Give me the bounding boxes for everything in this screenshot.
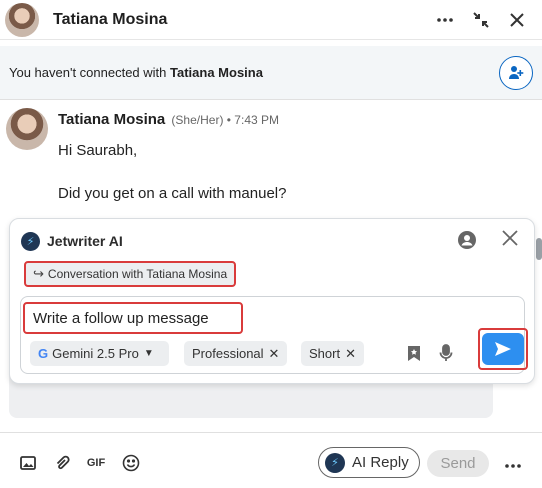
add-connection-button[interactable] bbox=[499, 56, 533, 90]
account-icon[interactable] bbox=[458, 231, 476, 254]
send-ai-button-highlight bbox=[478, 328, 528, 370]
contact-avatar[interactable] bbox=[5, 2, 39, 37]
scrollbar[interactable] bbox=[536, 238, 542, 260]
sender-name[interactable]: Tatiana Mosina bbox=[58, 111, 165, 128]
context-label: Conversation with Tatiana Mosina bbox=[47, 267, 228, 281]
google-icon: G bbox=[38, 346, 49, 361]
ai-reply-button[interactable]: ⚡ AI Reply bbox=[318, 447, 420, 478]
chat-footer: GIF ⚡ AI Reply Send bbox=[0, 432, 542, 488]
message-line: Did you get on a call with manuel? bbox=[58, 185, 287, 202]
remove-icon[interactable]: ✕ bbox=[345, 346, 356, 362]
model-select[interactable]: G Gemini 2.5 Pro ▼ bbox=[30, 341, 169, 366]
bookmark-icon[interactable] bbox=[404, 343, 424, 363]
microphone-icon[interactable] bbox=[436, 343, 456, 363]
conversation-context-chip[interactable]: ↪ Conversation with Tatiana Mosina bbox=[24, 261, 237, 287]
gif-icon[interactable]: GIF bbox=[86, 453, 106, 473]
jetwriter-title: Jetwriter AI bbox=[47, 233, 123, 249]
jetwriter-logo-icon: ⚡ bbox=[21, 232, 40, 251]
send-button[interactable]: Send bbox=[427, 450, 489, 477]
header-actions bbox=[434, 9, 542, 31]
close-icon[interactable] bbox=[502, 230, 518, 250]
jetwriter-panel: ⚡ Jetwriter AI ↪ Conversation with Tatia… bbox=[9, 218, 535, 384]
connection-text-name: Tatiana Mosina bbox=[170, 65, 263, 80]
close-icon[interactable] bbox=[506, 9, 528, 31]
ellipsis-icon[interactable] bbox=[434, 9, 456, 31]
ai-reply-label: AI Reply bbox=[352, 454, 409, 471]
tone-label: Professional bbox=[192, 346, 264, 361]
connection-text: You haven't connected with Tatiana Mosin… bbox=[9, 65, 263, 80]
collapse-icon[interactable] bbox=[470, 9, 492, 31]
reply-arrow-icon: ↪ bbox=[33, 266, 44, 281]
prompt-input[interactable]: Write a follow up message bbox=[23, 302, 243, 334]
length-label: Short bbox=[309, 346, 341, 361]
more-options-icon[interactable] bbox=[505, 452, 521, 473]
jetwriter-logo-icon: ⚡ bbox=[325, 452, 345, 473]
image-icon[interactable] bbox=[18, 453, 38, 473]
message-meta: (She/Her) • 7:43 PM bbox=[171, 113, 279, 127]
emoji-icon[interactable] bbox=[121, 453, 141, 473]
chat-header: Tatiana Mosina bbox=[0, 0, 542, 40]
length-chip[interactable]: Short ✕ bbox=[301, 341, 364, 366]
connection-text-prefix: You haven't connected with bbox=[9, 65, 171, 80]
send-icon bbox=[495, 342, 511, 356]
connection-banner: You haven't connected with Tatiana Mosin… bbox=[0, 46, 542, 100]
ai-composer: Write a follow up message G Gemini 2.5 P… bbox=[20, 296, 528, 374]
remove-icon[interactable]: ✕ bbox=[269, 346, 280, 362]
message-sender: Tatiana Mosina (She/Her) • 7:43 PM bbox=[58, 111, 279, 128]
model-label: Gemini 2.5 Pro bbox=[52, 346, 139, 361]
sender-avatar[interactable] bbox=[6, 108, 48, 150]
contact-name[interactable]: Tatiana Mosina bbox=[53, 11, 167, 29]
attachment-icon[interactable] bbox=[52, 453, 72, 473]
tone-chip[interactable]: Professional ✕ bbox=[184, 341, 288, 366]
add-connection-icon bbox=[509, 66, 524, 79]
chevron-down-icon: ▼ bbox=[143, 348, 154, 359]
send-ai-button[interactable] bbox=[482, 333, 524, 365]
message-line: Hi Saurabh, bbox=[58, 142, 138, 159]
